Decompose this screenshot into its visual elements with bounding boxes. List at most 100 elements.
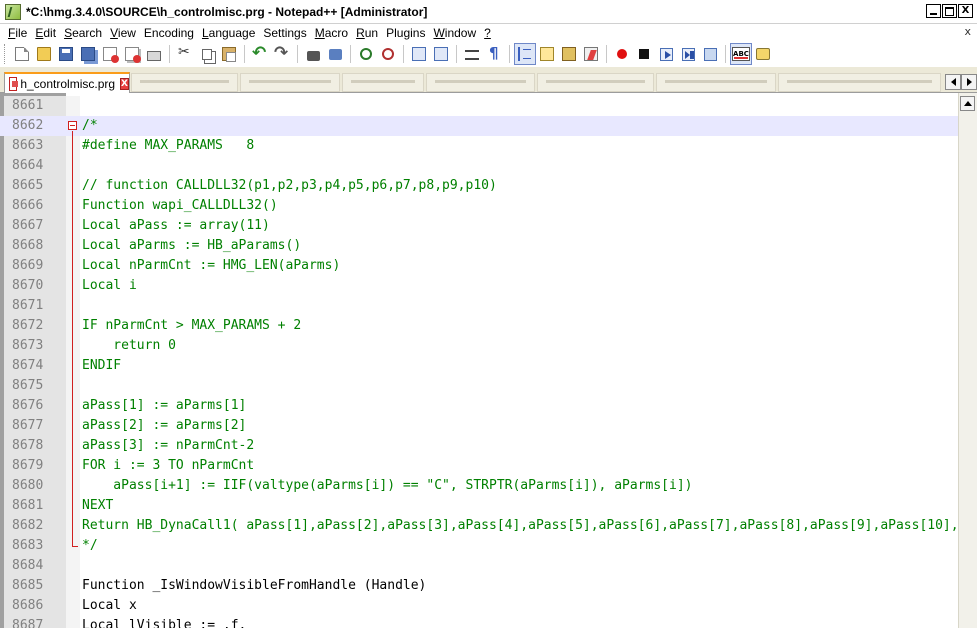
line-number: 8679 — [12, 458, 44, 473]
code-area[interactable]: 8661 8662 /* 8663 #define MAX_PARAMS 8 8664 86… — [0, 96, 977, 628]
menu-item[interactable]: Run — [352, 26, 382, 40]
save-all-button[interactable] — [77, 43, 99, 65]
code-line[interactable]: 8681 NEXT — [0, 496, 958, 516]
tab-other[interactable] — [777, 73, 941, 92]
playback-macro-button[interactable] — [655, 43, 677, 65]
code-line[interactable]: 8677 aPass[2] := aParms[2] — [0, 416, 958, 436]
copy-button[interactable] — [196, 43, 218, 65]
menu-item[interactable]: Window — [429, 26, 480, 40]
code-line[interactable]: 8673 return 0 — [0, 336, 958, 356]
code-line[interactable]: 8680 aPass[i+1] := IIF(valtype(aParms[i]… — [0, 476, 958, 496]
toolbar-grip[interactable] — [4, 44, 7, 64]
line-number: 8673 — [12, 338, 44, 353]
show-all-chars-button[interactable] — [483, 43, 505, 65]
paste-button[interactable] — [218, 43, 240, 65]
vertical-scrollbar[interactable] — [958, 93, 977, 628]
code-line[interactable]: 8682 Return HB_DynaCall1( aPass[1],aPass[… — [0, 516, 977, 536]
print-button[interactable] — [143, 43, 165, 65]
save-button[interactable] — [55, 43, 77, 65]
tab-other[interactable] — [656, 73, 776, 92]
menu-item[interactable]: Macro — [311, 26, 352, 40]
code-line[interactable]: 8661 — [0, 96, 958, 116]
tab-h-controlmisc[interactable]: h_controlmisc.prg X — [4, 72, 130, 93]
indent-guide-button[interactable] — [514, 43, 536, 65]
tab-other[interactable] — [240, 73, 340, 92]
user-defined-language-button[interactable] — [536, 43, 558, 65]
menu-item[interactable]: Plugins — [382, 26, 429, 40]
record-macro-button[interactable] — [611, 43, 633, 65]
code-line[interactable]: 8683 */ — [0, 536, 958, 556]
code-line[interactable]: 8666 Function wapi_CALLDLL32() — [0, 196, 958, 216]
close-file-button[interactable] — [99, 43, 121, 65]
code-line[interactable]: 8679 FOR i := 3 TO nParmCnt — [0, 456, 958, 476]
code-line[interactable]: 8685 Function _IsWindowVisibleFromHandle … — [0, 576, 958, 596]
tab-scroll-left-button[interactable] — [945, 74, 961, 90]
tab-other[interactable] — [537, 73, 655, 92]
tab-close-button[interactable]: X — [120, 77, 129, 90]
code-line[interactable]: 8663 #define MAX_PARAMS 8 — [0, 136, 958, 156]
menu-item[interactable]: Search — [60, 26, 106, 40]
code-text: Local i — [82, 278, 137, 293]
code-line[interactable]: 8687 Local lVisible := .f. — [0, 616, 958, 628]
code-line[interactable]: 8676 aPass[1] := aParms[1] — [0, 396, 958, 416]
minimize-button[interactable] — [926, 4, 941, 18]
maximize-button[interactable] — [942, 4, 957, 18]
function-list-button[interactable] — [580, 43, 602, 65]
tab-other[interactable] — [341, 73, 424, 92]
zoom-in-button[interactable] — [355, 43, 377, 65]
close-document-button[interactable]: x — [964, 25, 971, 38]
code-line[interactable]: 8671 — [0, 296, 958, 316]
word-wrap-button[interactable] — [461, 43, 483, 65]
tab-other[interactable] — [425, 73, 536, 92]
code-line[interactable]: 8668 Local aParms := HB_aParams() — [0, 236, 958, 256]
menu-item[interactable]: Edit — [31, 26, 60, 40]
zoom-out-button[interactable] — [377, 43, 399, 65]
playback-macro-icon — [659, 47, 673, 61]
code-line[interactable]: 8662 /* — [0, 116, 958, 136]
code-line[interactable]: 8674 ENDIF — [0, 356, 958, 376]
menu-item[interactable]: Settings — [259, 26, 310, 40]
code-editor[interactable]: 8661 8662 /* 8663 #define MAX_PARAMS 8 8664 86… — [0, 93, 977, 628]
close-all-button[interactable] — [121, 43, 143, 65]
code-line[interactable]: 8686 Local x — [0, 596, 958, 616]
code-line[interactable]: 8684 — [0, 556, 958, 576]
menu-item[interactable]: View — [106, 26, 140, 40]
code-line[interactable]: 8667 Local aPass := array(11) — [0, 216, 958, 236]
menu-item[interactable]: Language — [198, 26, 259, 40]
code-line[interactable]: 8664 — [0, 156, 958, 176]
spell-check-button[interactable]: ABC — [730, 43, 752, 65]
tab-scroll-right-button[interactable] — [961, 74, 977, 90]
fold-toggle-icon[interactable] — [68, 121, 77, 130]
sync-horizontal-button[interactable] — [430, 43, 452, 65]
line-number: 8665 — [12, 178, 44, 193]
sync-vertical-button[interactable] — [408, 43, 430, 65]
find-button[interactable] — [302, 43, 324, 65]
tab-other[interactable] — [131, 73, 239, 92]
toolbar-separator — [244, 45, 245, 63]
menu-item[interactable]: File — [4, 26, 31, 40]
paste-icon — [222, 47, 236, 62]
save-macro-button[interactable] — [699, 43, 721, 65]
code-line[interactable]: 8675 — [0, 376, 958, 396]
code-line[interactable]: 8672 IF nParmCnt > MAX_PARAMS + 2 — [0, 316, 958, 336]
cut-button[interactable] — [174, 43, 196, 65]
code-text: ENDIF — [82, 358, 122, 373]
code-line[interactable]: 8665 // function CALLDLL32(p1,p2,p3,p4,p5… — [0, 176, 958, 196]
code-line[interactable]: 8670 Local i — [0, 276, 958, 296]
menu-item[interactable]: ? — [480, 26, 495, 40]
document-map-button[interactable] — [558, 43, 580, 65]
undo-button[interactable] — [249, 43, 271, 65]
close-window-button[interactable]: X — [958, 4, 973, 18]
scroll-up-button[interactable] — [960, 96, 975, 111]
redo-button[interactable] — [271, 43, 293, 65]
spell-check-options-button[interactable] — [752, 43, 774, 65]
open-file-button[interactable] — [33, 43, 55, 65]
replace-button[interactable] — [324, 43, 346, 65]
menu-item[interactable]: Encoding — [140, 26, 198, 40]
print-icon — [147, 50, 161, 61]
code-line[interactable]: 8678 aPass[3] := nParmCnt-2 — [0, 436, 958, 456]
run-macro-multiple-button[interactable] — [677, 43, 699, 65]
stop-recording-button[interactable] — [633, 43, 655, 65]
code-line[interactable]: 8669 Local nParmCnt := HMG_LEN(aParms) — [0, 256, 958, 276]
new-file-button[interactable] — [11, 43, 33, 65]
